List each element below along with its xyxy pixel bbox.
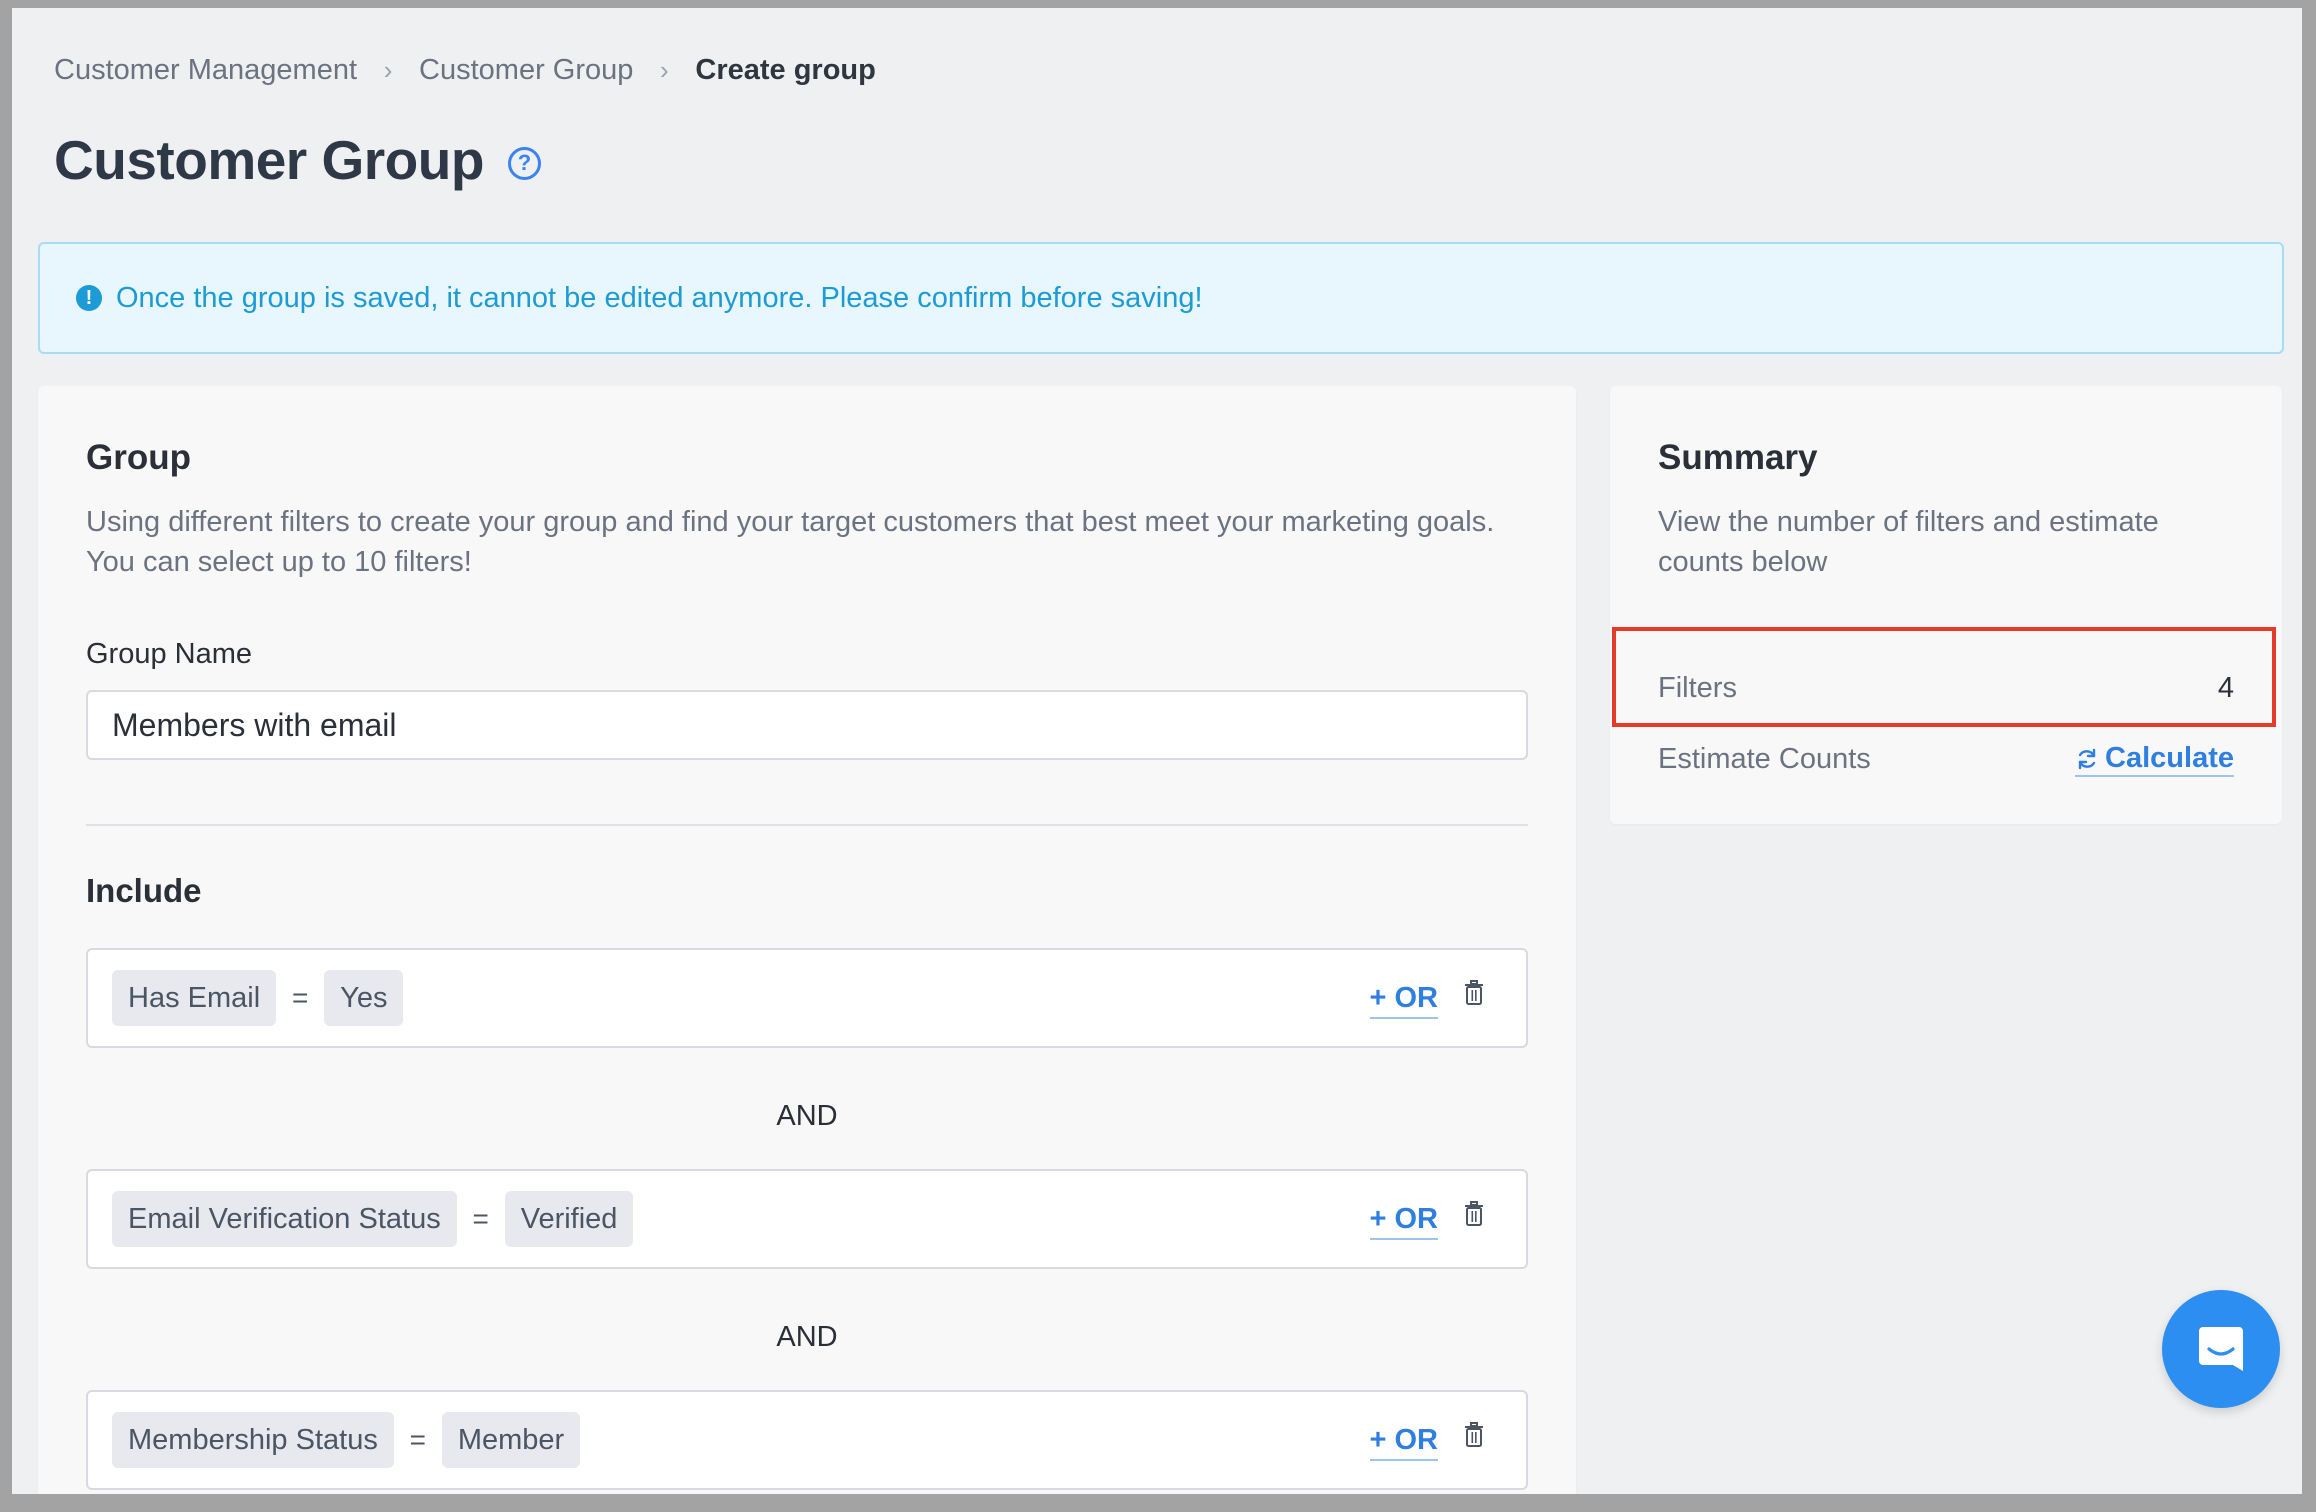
filters-count: 4 (2217, 672, 2234, 704)
chevron-right-icon: › (660, 55, 669, 85)
chevron-right-icon: › (383, 55, 393, 85)
filter-field-chip[interactable]: Membership Status (112, 1412, 394, 1468)
filters-label: Filters (1658, 672, 1737, 704)
divider (86, 824, 1528, 826)
and-connector: AND (776, 1100, 838, 1132)
chat-icon (2199, 1327, 2243, 1371)
estimate-counts-label: Estimate Counts (1658, 743, 1871, 775)
window-frame-bottom (0, 1494, 2316, 1512)
trash-icon[interactable] (1464, 980, 1484, 1006)
page-title: Customer Group (54, 129, 484, 191)
group-name-input[interactable] (86, 690, 1528, 760)
filters-count-row: Filters 4 (1658, 672, 2234, 705)
calculate-button[interactable]: Calculate (2075, 742, 2234, 777)
breadcrumb-current: Create group (695, 54, 876, 86)
add-or-button[interactable]: + OR (1369, 1203, 1438, 1240)
summary-title: Summary (1658, 438, 1818, 477)
help-icon[interactable]: ? (507, 146, 541, 180)
estimate-counts-row: Estimate Counts Calculate (1658, 742, 2234, 777)
filter-field-chip[interactable]: Has Email (112, 970, 277, 1026)
alert-text: Once the group is saved, it cannot be ed… (116, 281, 1203, 314)
info-alert: ! Once the group is saved, it cannot be … (38, 242, 2284, 354)
filter-value-chip[interactable]: Verified (504, 1191, 634, 1247)
breadcrumb-customer-management[interactable]: Customer Management (54, 54, 357, 87)
screen: Customer Management › Customer Group › C… (12, 8, 2302, 1494)
filter-operator: = (291, 982, 309, 1013)
filter-row: Has Email = Yes + OR (86, 948, 1528, 1048)
group-card-description: Using different filters to create your g… (86, 506, 1495, 578)
breadcrumb: Customer Management › Customer Group › C… (54, 54, 876, 87)
page-header: Customer Group ? (54, 128, 541, 192)
calculate-label: Calculate (2105, 742, 2234, 774)
add-or-button[interactable]: + OR (1369, 1424, 1438, 1461)
include-title: Include (86, 872, 202, 909)
filter-row: Email Verification Status = Verified + O… (86, 1169, 1528, 1269)
trash-icon[interactable] (1464, 1201, 1484, 1227)
filter-value-chip[interactable]: Yes (324, 970, 404, 1026)
refresh-icon (2078, 748, 2096, 769)
filter-operator: = (409, 1424, 426, 1455)
summary-description: View the number of filters and estimate … (1658, 506, 2159, 578)
group-card: Group Using different filters to create … (38, 386, 1576, 1494)
filter-operator: = (472, 1203, 489, 1234)
trash-icon[interactable] (1464, 1422, 1484, 1448)
and-connector: AND (776, 1321, 838, 1353)
summary-card: Summary View the number of filters and e… (1610, 386, 2282, 824)
group-card-title: Group (86, 438, 191, 477)
group-name-label: Group Name (86, 638, 253, 670)
divider (1658, 628, 2234, 630)
add-or-button[interactable]: + OR (1369, 982, 1438, 1019)
chat-launcher-button[interactable] (2162, 1290, 2280, 1408)
info-icon: ! (76, 285, 102, 311)
filter-row: Membership Status = Member + OR (86, 1390, 1528, 1490)
breadcrumb-customer-group[interactable]: Customer Group (419, 54, 633, 87)
filter-value-chip[interactable]: Member (441, 1412, 581, 1468)
filter-field-chip[interactable]: Email Verification Status (112, 1191, 457, 1247)
